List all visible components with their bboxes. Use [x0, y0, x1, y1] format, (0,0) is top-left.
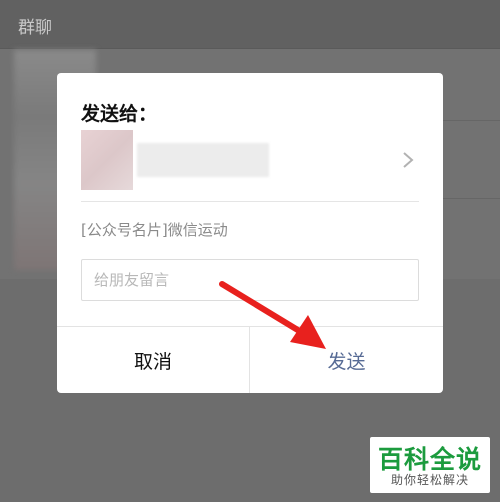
send-button[interactable]: 发送 — [250, 327, 443, 393]
watermark-sub-text: 助你轻松解决 — [390, 473, 469, 487]
cancel-button[interactable]: 取消 — [57, 327, 250, 393]
share-card-text: [公众号名片]微信运动 — [81, 221, 228, 239]
recipient-row[interactable] — [81, 130, 421, 192]
dialog-title: 发送给： — [81, 103, 158, 125]
share-dialog: 发送给： [公众号名片]微信运动 取消 发送 — [57, 73, 443, 393]
recipient-avatar — [81, 130, 133, 190]
chevron-right-icon — [403, 152, 414, 168]
app-header: 群聊 — [0, 0, 500, 49]
header-title: 群聊 — [18, 18, 52, 38]
recipient-name-blurred — [137, 143, 269, 177]
dialog-divider — [81, 201, 419, 202]
message-input[interactable] — [81, 259, 419, 301]
watermark-logo: 百科全说 助你轻松解决 — [370, 437, 490, 493]
dialog-button-bar: 取消 发送 — [57, 326, 443, 393]
